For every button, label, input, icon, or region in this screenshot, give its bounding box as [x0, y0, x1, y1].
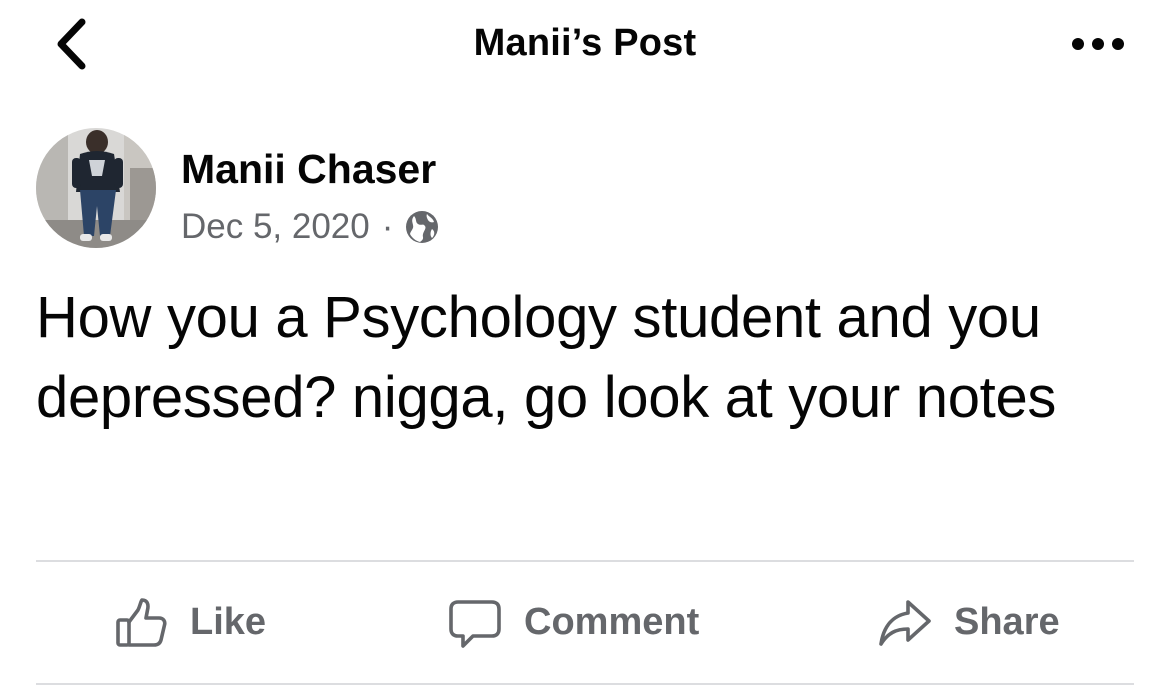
- post-date[interactable]: Dec 5, 2020: [181, 207, 370, 247]
- more-options-button[interactable]: [1060, 22, 1136, 66]
- more-horizontal-icon: [1072, 38, 1124, 50]
- comment-label: Comment: [524, 601, 700, 643]
- share-arrow-icon: [878, 596, 932, 650]
- navigation-bar: Manii’s Post: [0, 0, 1170, 96]
- divider: [36, 683, 1134, 685]
- author-name[interactable]: Manii Chaser: [181, 146, 436, 193]
- avatar[interactable]: [36, 128, 156, 248]
- globe-icon: [406, 211, 439, 243]
- like-button[interactable]: Like: [114, 562, 266, 683]
- meta-separator: ·: [381, 207, 394, 246]
- comment-button[interactable]: Comment: [448, 562, 699, 683]
- share-label: Share: [954, 601, 1060, 643]
- comment-bubble-icon: [448, 596, 502, 650]
- thumbs-up-icon: [114, 596, 168, 650]
- like-label: Like: [190, 601, 267, 643]
- action-bar: Like Comment Share: [36, 562, 1134, 683]
- post-text: How you a Psychology student and you dep…: [36, 285, 1057, 430]
- page-title: Manii’s Post: [473, 22, 697, 64]
- profile-photo: [36, 128, 156, 248]
- post-meta: Dec 5, 2020 ·: [181, 207, 439, 247]
- share-button[interactable]: Share: [878, 562, 1060, 683]
